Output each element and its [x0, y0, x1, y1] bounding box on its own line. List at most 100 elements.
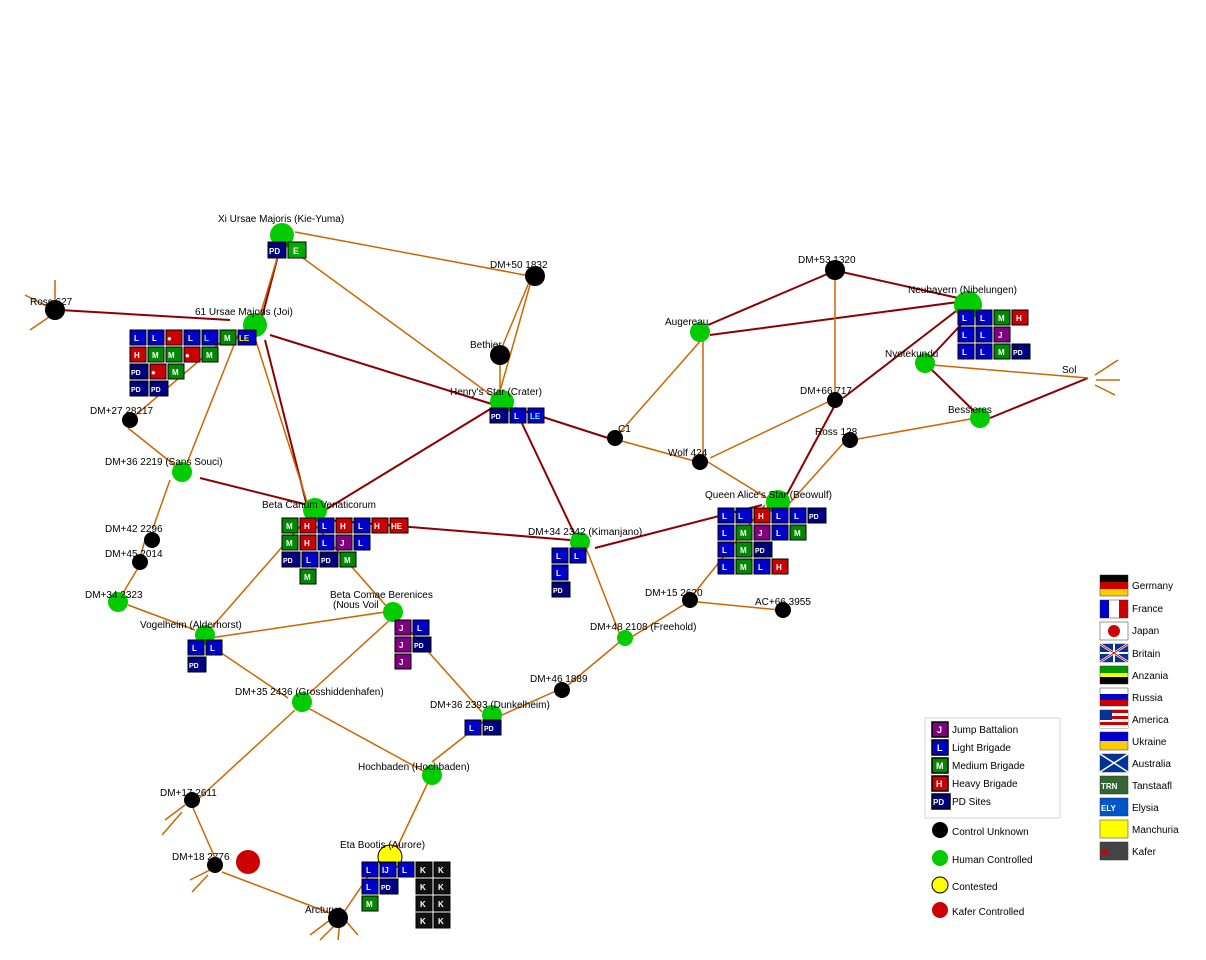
- svg-text:Ukraine: Ukraine: [1132, 737, 1167, 748]
- svg-text:L: L: [402, 866, 407, 875]
- svg-text:K: K: [420, 917, 426, 926]
- svg-text:L: L: [204, 334, 209, 343]
- svg-text:PD: PD: [484, 726, 494, 733]
- label-arcturus: Arcturus: [305, 905, 342, 916]
- label-neubayern: Neubayern (Nibelungen): [908, 285, 1017, 296]
- svg-text:L: L: [738, 512, 743, 521]
- svg-text:H: H: [304, 522, 310, 531]
- svg-text:M: M: [304, 573, 311, 582]
- svg-text:Heavy Brigade: Heavy Brigade: [952, 779, 1018, 790]
- svg-text:L: L: [722, 512, 727, 521]
- svg-text:M: M: [172, 368, 179, 377]
- svg-text:J: J: [937, 725, 942, 735]
- label-sol: Sol: [1062, 365, 1076, 376]
- svg-text:K: K: [438, 900, 444, 909]
- svg-text:L: L: [776, 529, 781, 538]
- label-dm34-2323: DM+34 2323: [85, 590, 143, 601]
- label-dm36-2219: DM+36 2219 (Sans Souci): [105, 457, 223, 468]
- svg-text:M: M: [740, 529, 747, 538]
- svg-text:Control Unknown: Control Unknown: [952, 827, 1029, 838]
- svg-text:L: L: [514, 412, 519, 421]
- svg-text:PD: PD: [809, 514, 819, 521]
- svg-text:L: L: [366, 883, 371, 892]
- svg-text:Germany: Germany: [1132, 581, 1173, 592]
- svg-text:L: L: [962, 331, 967, 340]
- svg-text:PD: PD: [131, 370, 141, 377]
- label-ac66: AC+66 3955: [755, 597, 811, 608]
- svg-text:Medium Brigade: Medium Brigade: [952, 761, 1025, 772]
- svg-text:L: L: [556, 552, 561, 561]
- svg-text:L: L: [962, 314, 967, 323]
- svg-text:L: L: [722, 546, 727, 555]
- label-dm27: DM+27 28217: [90, 406, 154, 417]
- label-augereau: Augereau: [665, 317, 708, 328]
- svg-text:L: L: [188, 334, 193, 343]
- svg-text:M: M: [224, 334, 231, 343]
- svg-text:M: M: [206, 351, 213, 360]
- label-dm53: DM+53 1320: [798, 255, 856, 266]
- svg-text:Light Brigade: Light Brigade: [952, 743, 1011, 754]
- label-xi-ursae: Xi Ursae Majoris (Kie-Yuma): [218, 214, 344, 225]
- svg-text:K: K: [420, 900, 426, 909]
- svg-text:M: M: [286, 522, 293, 531]
- label-dm66: DM+66 717: [800, 386, 852, 397]
- svg-text:J: J: [340, 539, 344, 548]
- label-ross128: Ross 128: [815, 427, 858, 438]
- svg-text:L: L: [210, 644, 215, 653]
- svg-text:J: J: [998, 331, 1002, 340]
- label-dm15: DM+15 2620: [645, 588, 703, 599]
- svg-text:L: L: [358, 522, 363, 531]
- svg-text:L: L: [322, 539, 327, 548]
- svg-text:L: L: [776, 512, 781, 521]
- label-beta-can: Beta Canum Venaticorum: [262, 500, 376, 511]
- svg-text:H: H: [304, 539, 310, 548]
- svg-text:IJ: IJ: [382, 866, 389, 875]
- map-canvas: Ross 627 Xi Ursae Majoris (Kie-Yuma) 61 …: [0, 0, 1206, 960]
- svg-text:M: M: [998, 314, 1005, 323]
- svg-text:L: L: [134, 334, 139, 343]
- svg-text:L: L: [358, 539, 363, 548]
- svg-text:PD: PD: [381, 885, 391, 892]
- svg-text:Kafer: Kafer: [1132, 847, 1157, 858]
- svg-text:J: J: [399, 641, 403, 650]
- label-nyotekundu: Nyotekundu: [885, 349, 938, 360]
- svg-text:H: H: [776, 563, 782, 572]
- svg-text:K: K: [438, 883, 444, 892]
- svg-text:L: L: [722, 529, 727, 538]
- label-dm42: DM+42 2296: [105, 524, 163, 535]
- label-dm50: DM+50 1832: [490, 260, 548, 271]
- svg-text:Human Controlled: Human Controlled: [952, 855, 1033, 866]
- label-beta-com2: (Nous Voil: [333, 600, 379, 611]
- svg-text:H: H: [936, 779, 943, 789]
- svg-text:L: L: [556, 569, 561, 578]
- label-dm34-2342: DM+34 2342 (Kimanjano): [528, 527, 642, 538]
- label-vogelheim: Vogelheim (Alderhorst): [140, 620, 242, 631]
- svg-text:L: L: [152, 334, 157, 343]
- svg-text:H: H: [340, 522, 346, 531]
- svg-text:M: M: [794, 529, 801, 538]
- svg-text:M: M: [998, 348, 1005, 357]
- svg-text:M: M: [366, 900, 373, 909]
- svg-text:L: L: [574, 552, 579, 561]
- svg-text:PD: PD: [269, 247, 280, 256]
- svg-text:PD: PD: [933, 798, 944, 807]
- label-queen-alices: Queen Alice's Star (Beowulf): [705, 490, 832, 501]
- svg-text:Elysia: Elysia: [1132, 803, 1159, 814]
- svg-text:Kafer Controlled: Kafer Controlled: [952, 907, 1024, 918]
- svg-text:PD Sites: PD Sites: [952, 797, 991, 808]
- svg-text:J: J: [758, 529, 762, 538]
- svg-text:America: America: [1132, 715, 1169, 726]
- svg-text:Russia: Russia: [1132, 693, 1163, 704]
- svg-text:J: J: [399, 624, 403, 633]
- svg-text:L: L: [417, 624, 422, 633]
- svg-text:LE: LE: [530, 412, 541, 421]
- svg-text:K: K: [438, 917, 444, 926]
- svg-text:France: France: [1132, 604, 1164, 615]
- svg-text:L: L: [306, 556, 311, 565]
- svg-text:E: E: [293, 246, 299, 256]
- label-dm17: DM+17 2611: [160, 788, 217, 799]
- svg-text:M: M: [152, 351, 159, 360]
- svg-text:PD: PD: [1013, 350, 1023, 357]
- svg-text:K: K: [420, 883, 426, 892]
- label-dm36-2393: DM+36 2393 (Dunkelheim): [430, 700, 550, 711]
